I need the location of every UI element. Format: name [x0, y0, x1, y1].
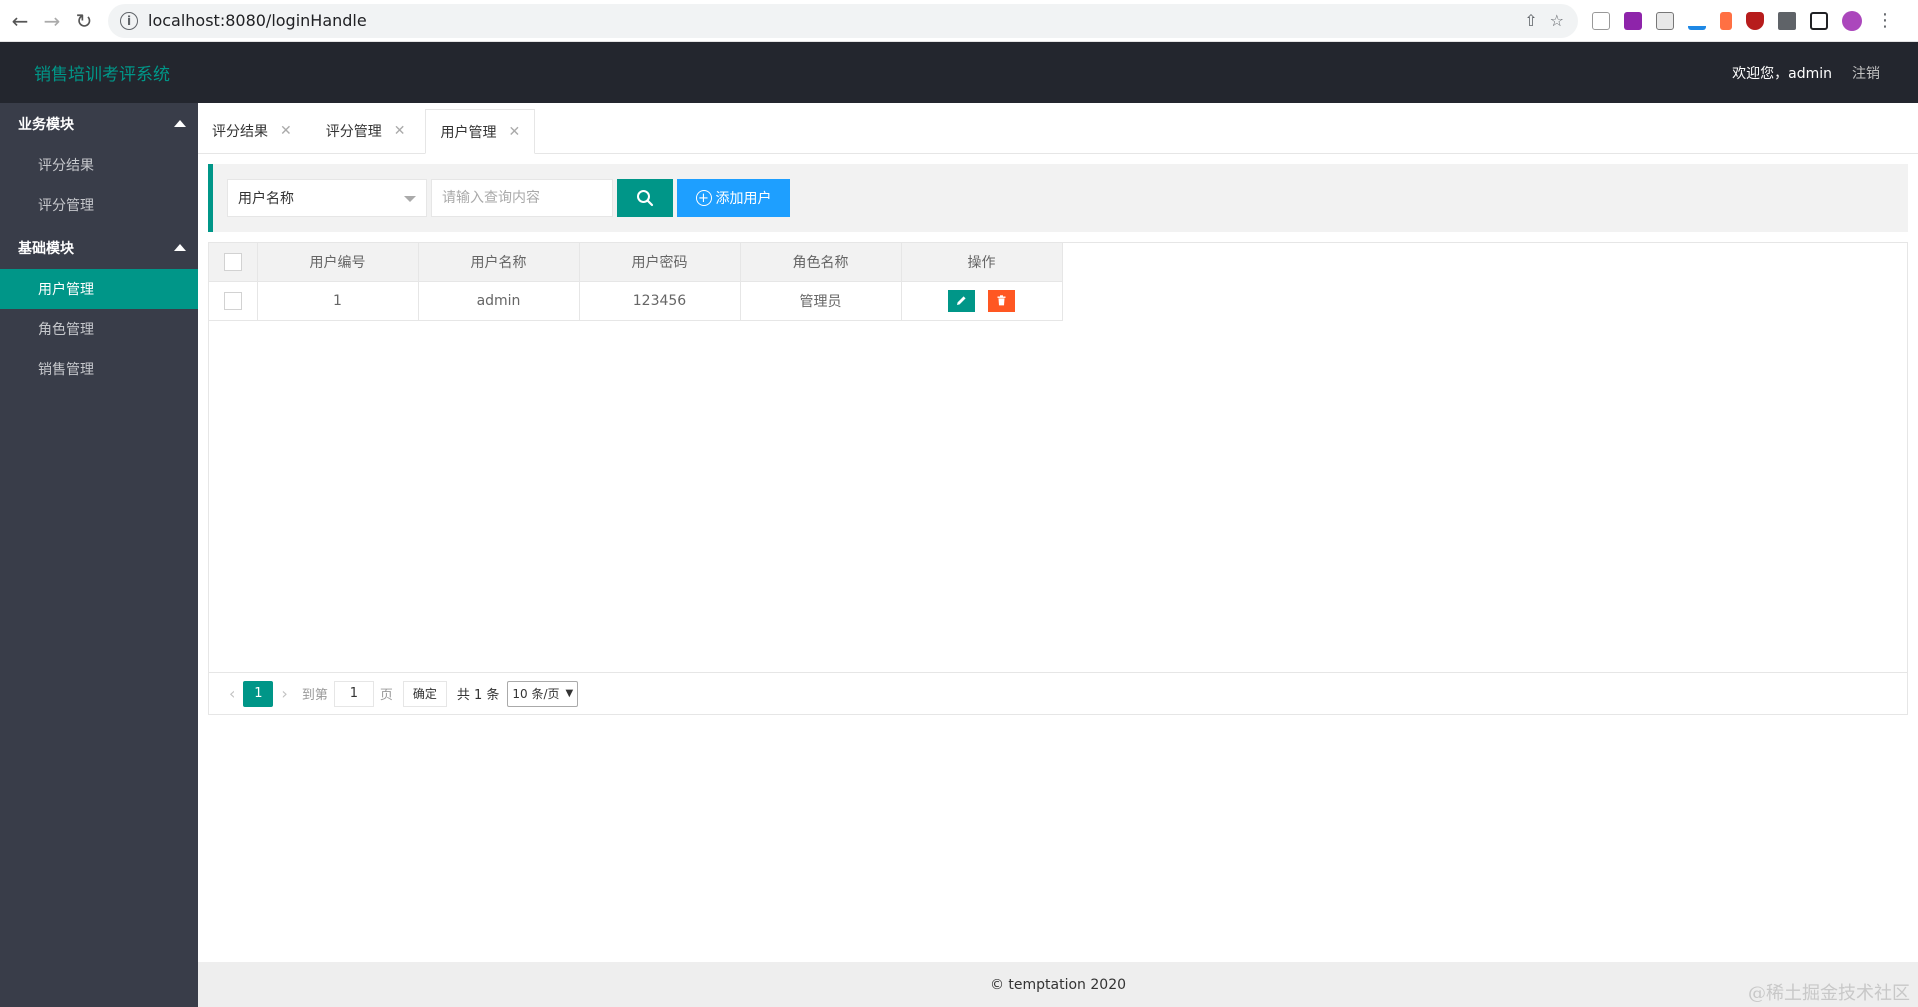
row-checkbox[interactable] [223, 291, 242, 310]
address-bar[interactable]: i localhost:8080/loginHandle ⇧ ☆ [108, 3, 1578, 38]
extension-chevron-icon[interactable] [1688, 11, 1706, 30]
sidebar-group-basic[interactable]: 基础模块 [0, 227, 198, 269]
search-icon [637, 190, 654, 207]
total-count: 共 1 条 [456, 688, 500, 703]
search-field-select[interactable]: 用户名称 [227, 179, 427, 217]
close-icon[interactable]: ✕ [508, 124, 520, 140]
extension-orange-icon[interactable] [1720, 11, 1732, 30]
goto-confirm-button[interactable]: 确定 [402, 680, 447, 707]
tab-label: 评分管理 [325, 124, 382, 140]
sidebar-item-label: 用户管理 [38, 282, 94, 298]
tab-user-management[interactable]: 用户管理 ✕ [425, 109, 536, 154]
sidebar-item-label: 评分管理 [38, 198, 94, 214]
page-size-value: 10 条/页 [512, 687, 560, 701]
column-header: 角色名称 [740, 243, 902, 282]
cell-user-name: admin [418, 281, 580, 321]
plus-circle-icon: + [695, 190, 712, 206]
row-select-cell [209, 281, 258, 321]
sidebar-item-label: 销售管理 [38, 362, 94, 378]
column-header: 用户编号 [257, 243, 419, 282]
user-table: 用户编号 用户名称 用户密码 角色名称 操作 1 admin 123456 管理… [208, 242, 1908, 715]
watermark: @稀土掘金技术社区 [1748, 983, 1910, 1004]
sidebar-item-score-management[interactable]: 评分管理 [0, 185, 198, 225]
select-all-checkbox[interactable] [223, 252, 242, 271]
sidebar: 业务模块 评分结果 评分管理 基础模块 用户管理 角色管理 销售管理 [0, 103, 198, 1007]
puzzle-extensions-icon[interactable] [1778, 11, 1796, 30]
sidebar-item-sales-management[interactable]: 销售管理 [0, 349, 198, 389]
cell-user-id: 1 [257, 281, 419, 321]
search-toolbar: 用户名称 + 添加用户 [208, 164, 1908, 232]
sidebar-item-user-management[interactable]: 用户管理 [0, 269, 198, 309]
cell-user-password: 123456 [579, 281, 741, 321]
caret-up-icon [174, 120, 186, 127]
bookmark-star-icon[interactable]: ☆ [1550, 11, 1564, 30]
app-logo: 销售培训考评系统 [34, 65, 170, 85]
cell-role-name: 管理员 [740, 281, 902, 321]
sidebar-group-label: 基础模块 [18, 241, 74, 257]
column-header: 用户名称 [418, 243, 580, 282]
chevron-down-icon: ▼ [565, 688, 574, 699]
table-header-row: 用户编号 用户名称 用户密码 角色名称 操作 [209, 243, 1063, 282]
sidebar-item-label: 评分结果 [38, 158, 94, 174]
tab-label: 评分结果 [212, 124, 268, 140]
copyright-text: © temptation 2020 [989, 976, 1127, 993]
add-user-label: 添加用户 [715, 191, 772, 207]
header-select-all [209, 243, 258, 282]
sidebar-item-role-management[interactable]: 角色管理 [0, 309, 198, 349]
close-icon[interactable]: ✕ [394, 123, 406, 139]
ublock-shield-icon[interactable] [1746, 11, 1764, 30]
tab-score-management[interactable]: 评分管理 ✕ [312, 109, 420, 153]
edit-button[interactable] [948, 289, 976, 312]
tab-score-results[interactable]: 评分结果 ✕ [198, 109, 306, 153]
caret-up-icon [174, 244, 186, 251]
cell-actions [901, 281, 1063, 321]
forward-icon[interactable]: → [36, 5, 68, 37]
main-content: 评分结果 ✕ 评分管理 ✕ 用户管理 ✕ 用户名称 + 添加用户 [198, 103, 1918, 1007]
tab-label: 用户管理 [440, 124, 497, 141]
tab-bar: 评分结果 ✕ 评分管理 ✕ 用户管理 ✕ [198, 103, 1918, 154]
extension-cursor-icon[interactable] [1592, 11, 1610, 30]
pagination: ‹ 1 › 到第 1 页 确定 共 1 条 10 条/页 ▼ [209, 672, 1907, 714]
goto-label: 到第 [301, 688, 328, 703]
trash-icon [997, 295, 1006, 306]
url-text: localhost:8080/loginHandle [148, 11, 367, 30]
column-header: 操作 [901, 243, 1063, 282]
page-unit-label: 页 [379, 688, 393, 703]
footer: © temptation 2020 [198, 962, 1918, 1007]
search-button[interactable] [617, 179, 673, 217]
pencil-icon [957, 296, 966, 305]
welcome-text: 欢迎您，admin [1732, 65, 1832, 82]
goto-page-input[interactable]: 1 [333, 680, 374, 707]
back-icon[interactable]: ← [4, 5, 36, 37]
add-user-button[interactable]: + 添加用户 [677, 179, 790, 217]
sidebar-item-label: 角色管理 [38, 322, 94, 338]
sidebar-group-business[interactable]: 业务模块 [0, 103, 198, 145]
share-icon[interactable]: ⇧ [1524, 11, 1537, 30]
column-header: 用户密码 [579, 243, 741, 282]
sidebar-item-score-results[interactable]: 评分结果 [0, 145, 198, 185]
page-size-select[interactable]: 10 条/页 ▼ [507, 680, 579, 707]
side-panel-icon[interactable] [1810, 11, 1828, 30]
table-row: 1 admin 123456 管理员 [209, 281, 1063, 321]
extension-purple-icon[interactable] [1624, 11, 1642, 30]
prev-page-icon[interactable]: ‹ [229, 684, 235, 703]
site-info-icon[interactable]: i [120, 11, 138, 30]
sidebar-group-label: 业务模块 [18, 117, 74, 133]
close-icon[interactable]: ✕ [280, 123, 292, 139]
logout-link[interactable]: 注销 [1852, 63, 1880, 83]
search-field-value: 用户名称 [238, 191, 294, 207]
chevron-down-icon [404, 196, 416, 202]
profile-avatar-icon[interactable] [1842, 10, 1862, 31]
search-input[interactable] [431, 179, 613, 217]
reload-icon[interactable]: ↻ [68, 5, 100, 37]
app-header: 销售培训考评系统 欢迎您，admin 注销 [0, 42, 1918, 103]
next-page-icon[interactable]: › [281, 684, 287, 703]
page-number-current[interactable]: 1 [243, 680, 274, 707]
browser-menu-icon[interactable]: ⋮ [1876, 10, 1894, 31]
extension-grid-icon[interactable] [1656, 11, 1674, 30]
browser-toolbar: ← → ↻ i localhost:8080/loginHandle ⇧ ☆ ⋮ [0, 0, 1918, 42]
delete-button[interactable] [987, 289, 1015, 312]
